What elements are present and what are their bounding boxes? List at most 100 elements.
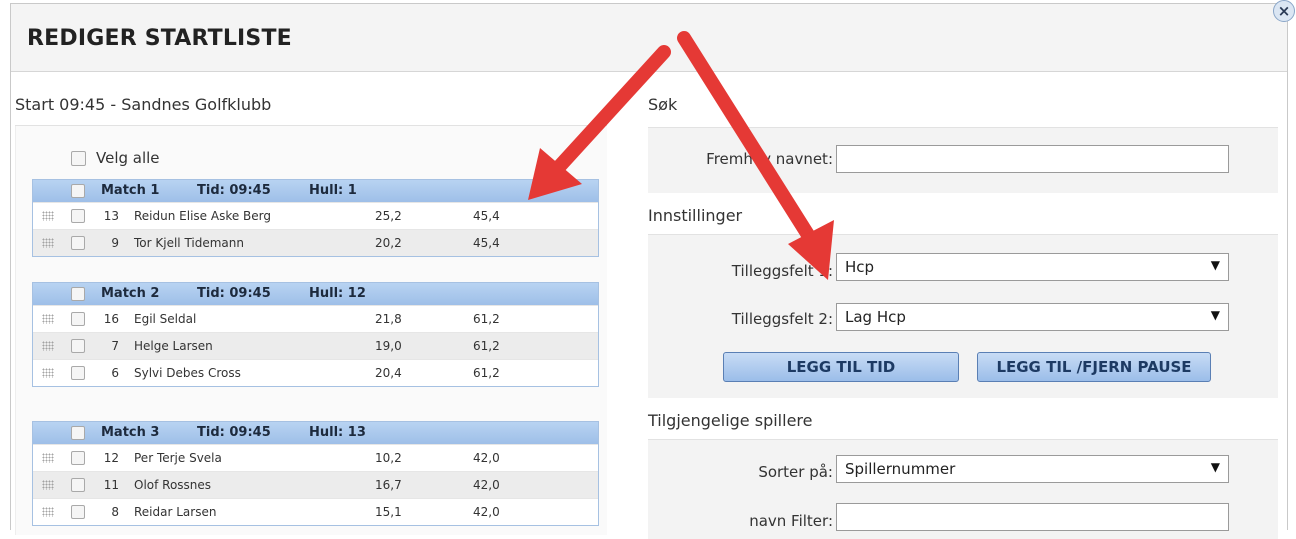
drag-handle-icon[interactable] <box>42 211 54 221</box>
dialog-titlebar: REDIGER STARTLISTE <box>11 4 1287 72</box>
extra-field-1-select[interactable]: Hcp ▼ <box>836 253 1229 281</box>
player-number: 13 <box>103 209 119 223</box>
player-name: Per Terje Svela <box>134 451 222 465</box>
row-checkbox[interactable] <box>71 312 85 326</box>
match-label: Match 3 <box>101 425 160 440</box>
chevron-down-icon: ▼ <box>1210 308 1220 322</box>
player-name: Olof Rossnes <box>134 478 212 492</box>
sort-select[interactable]: Spillernummer ▼ <box>836 455 1229 483</box>
player-number: 16 <box>103 312 119 326</box>
player-name: Tor Kjell Tidemann <box>134 236 244 250</box>
player-name: Sylvi Debes Cross <box>134 366 241 380</box>
player-number: 9 <box>111 236 119 250</box>
player-hcp: 25,2 <box>375 209 402 223</box>
start-heading: Start 09:45 - Sandnes Golfklubb <box>15 95 272 114</box>
match-checkbox[interactable] <box>71 184 85 198</box>
match-checkbox[interactable] <box>71 287 85 301</box>
highlight-name-label: Fremhev navnet: <box>706 150 833 168</box>
player-number: 6 <box>111 366 119 380</box>
search-heading: Søk <box>648 95 678 114</box>
chevron-down-icon: ▼ <box>1210 258 1220 272</box>
extra-field-1-value: Hcp <box>845 258 875 276</box>
match-header[interactable]: Match 3 Tid: 09:45 Hull: 13 <box>33 422 598 444</box>
row-checkbox[interactable] <box>71 478 85 492</box>
player-team-hcp: 45,4 <box>473 236 500 250</box>
drag-handle-icon[interactable] <box>42 368 54 378</box>
match-label: Match 1 <box>101 183 160 198</box>
player-team-hcp: 42,0 <box>473 451 500 465</box>
match-hole: Hull: 1 <box>309 183 357 198</box>
row-checkbox[interactable] <box>71 366 85 380</box>
drag-handle-icon[interactable] <box>42 238 54 248</box>
match-group-2: Match 2 Tid: 09:45 Hull: 12 16 Egil Seld… <box>32 282 599 387</box>
extra-field-1-label: Tilleggsfelt 1: <box>731 262 833 280</box>
player-team-hcp: 61,2 <box>473 366 500 380</box>
extra-field-2-select[interactable]: Lag Hcp ▼ <box>836 303 1229 331</box>
drag-handle-icon[interactable] <box>42 480 54 490</box>
drag-handle-icon[interactable] <box>42 341 54 351</box>
match-hole: Hull: 12 <box>309 286 366 301</box>
select-all[interactable]: Velg alle <box>71 148 160 168</box>
table-row[interactable]: 9 Tor Kjell Tidemann 20,2 45,4 <box>33 229 598 256</box>
player-hcp: 21,8 <box>375 312 402 326</box>
match-group-3: Match 3 Tid: 09:45 Hull: 13 12 Per Terje… <box>32 421 599 526</box>
player-team-hcp: 42,0 <box>473 505 500 519</box>
table-row[interactable]: 11 Olof Rossnes 16,7 42,0 <box>33 471 598 498</box>
table-row[interactable]: 16 Egil Seldal 21,8 61,2 <box>33 305 598 332</box>
player-hcp: 20,4 <box>375 366 402 380</box>
name-filter-label: navn Filter: <box>749 512 833 530</box>
player-team-hcp: 42,0 <box>473 478 500 492</box>
sort-value: Spillernummer <box>845 460 956 478</box>
close-icon[interactable]: × <box>1273 0 1295 22</box>
player-hcp: 10,2 <box>375 451 402 465</box>
table-row[interactable]: 6 Sylvi Debes Cross 20,4 61,2 <box>33 359 598 386</box>
add-time-button[interactable]: LEGG TIL TID <box>723 352 959 382</box>
dialog-title: REDIGER STARTLISTE <box>27 26 292 51</box>
player-number: 11 <box>103 478 119 492</box>
row-checkbox[interactable] <box>71 451 85 465</box>
match-header[interactable]: Match 1 Tid: 09:45 Hull: 1 <box>33 180 598 202</box>
player-team-hcp: 61,2 <box>473 312 500 326</box>
drag-handle-icon[interactable] <box>42 453 54 463</box>
highlight-name-input[interactable] <box>836 145 1229 173</box>
player-name: Reidar Larsen <box>134 505 217 519</box>
player-team-hcp: 61,2 <box>473 339 500 353</box>
heading-divider <box>15 125 607 126</box>
table-row[interactable]: 7 Helge Larsen 19,0 61,2 <box>33 332 598 359</box>
match-time: Tid: 09:45 <box>197 286 271 301</box>
player-number: 12 <box>103 451 119 465</box>
player-hcp: 16,7 <box>375 478 402 492</box>
player-hcp: 15,1 <box>375 505 402 519</box>
player-name: Reidun Elise Aske Berg <box>134 209 271 223</box>
toggle-pause-button[interactable]: LEGG TIL /FJERN PAUSE <box>977 352 1211 382</box>
row-checkbox[interactable] <box>71 209 85 223</box>
drag-handle-icon[interactable] <box>42 314 54 324</box>
row-checkbox[interactable] <box>71 505 85 519</box>
row-checkbox[interactable] <box>71 339 85 353</box>
match-header[interactable]: Match 2 Tid: 09:45 Hull: 12 <box>33 283 598 305</box>
name-filter-input[interactable] <box>836 503 1229 531</box>
player-name: Egil Seldal <box>134 312 197 326</box>
match-time: Tid: 09:45 <box>197 425 271 440</box>
sort-label: Sorter på: <box>758 463 833 481</box>
player-hcp: 20,2 <box>375 236 402 250</box>
player-hcp: 19,0 <box>375 339 402 353</box>
settings-heading: Innstillinger <box>648 206 743 225</box>
player-number: 8 <box>111 505 119 519</box>
table-row[interactable]: 13 Reidun Elise Aske Berg 25,2 45,4 <box>33 202 598 229</box>
match-time: Tid: 09:45 <box>197 183 271 198</box>
match-checkbox[interactable] <box>71 426 85 440</box>
row-checkbox[interactable] <box>71 236 85 250</box>
chevron-down-icon: ▼ <box>1210 460 1220 474</box>
extra-field-2-label: Tilleggsfelt 2: <box>731 310 833 328</box>
player-team-hcp: 45,4 <box>473 209 500 223</box>
match-label: Match 2 <box>101 286 160 301</box>
player-name: Helge Larsen <box>134 339 213 353</box>
extra-field-2-value: Lag Hcp <box>845 308 906 326</box>
drag-handle-icon[interactable] <box>42 507 54 517</box>
select-all-checkbox[interactable] <box>71 150 86 166</box>
table-row[interactable]: 8 Reidar Larsen 15,1 42,0 <box>33 498 598 525</box>
player-number: 7 <box>111 339 119 353</box>
match-group-1: Match 1 Tid: 09:45 Hull: 1 13 Reidun Eli… <box>32 179 599 257</box>
table-row[interactable]: 12 Per Terje Svela 10,2 42,0 <box>33 444 598 471</box>
